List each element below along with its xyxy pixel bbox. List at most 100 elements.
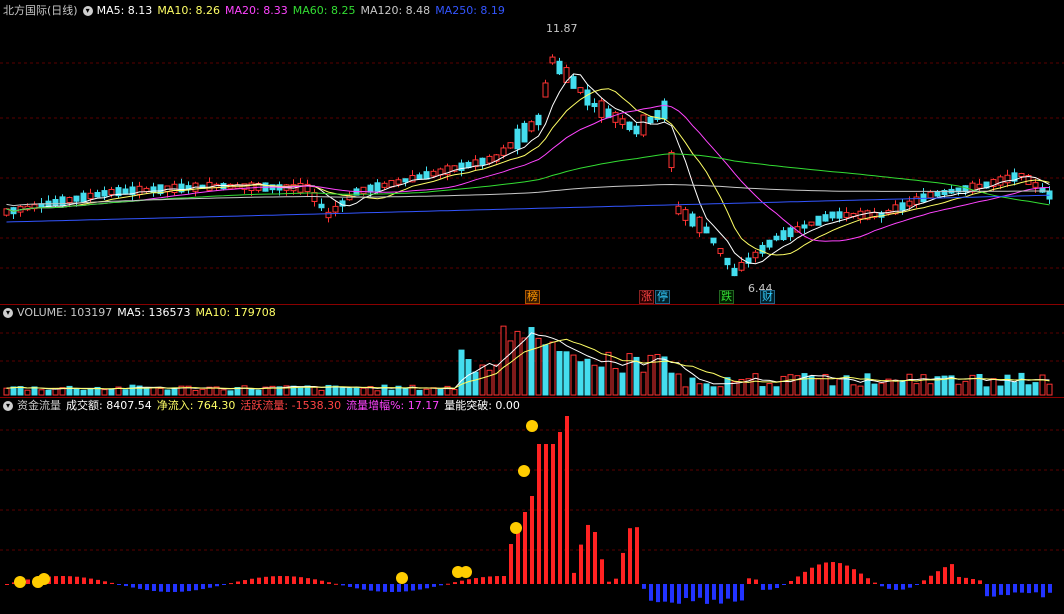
flow-bar [950,564,954,584]
volume-bar [500,325,507,396]
smiley-icon [518,465,530,477]
volume-bar [696,383,703,396]
flow-turnover: 成交额: 8407.54 [66,399,152,412]
volume-bar [654,353,661,396]
volume-bar [458,349,465,396]
flow-bar [537,444,541,584]
fund-flow-chart[interactable] [0,398,1064,614]
candle-body [899,202,906,211]
flow-bar [215,584,219,587]
flow-bar [1027,584,1031,594]
volume-bar [892,379,899,396]
flow-bar [628,528,632,584]
flow-bar [824,562,828,584]
volume-bar [381,384,388,396]
volume-panel[interactable]: ▾ VOLUME: 103197 MA5: 136573 MA10: 17970… [0,305,1064,397]
flow-settings-icon[interactable]: ▾ [3,401,13,411]
flow-bar [187,584,191,592]
volume-bar [605,351,612,396]
candle-body [731,267,738,277]
volume-header: ▾ VOLUME: 103197 MA5: 136573 MA10: 17970… [3,306,281,320]
candle-body [696,216,703,234]
candle-body [780,230,787,241]
flow-bar [565,416,569,584]
flow-bar [551,444,555,584]
volume-bar [668,372,675,396]
flow-increase: 流量增幅%: 17.17 [346,399,440,412]
marker-ting[interactable]: 停 [655,290,670,304]
volume-bar [633,356,640,396]
volume-bar [724,377,731,396]
flow-bar [915,584,919,585]
volume-bar [563,351,570,396]
volume-bar [703,383,710,396]
flow-net-inflow: 净流入: 764.30 [156,399,236,412]
marker-cai[interactable]: 财 [760,290,775,304]
flow-bar [418,584,422,590]
volume-settings-icon[interactable]: ▾ [3,308,13,318]
flow-bar [1020,584,1024,593]
volume-bar [199,388,206,396]
flow-bar [691,584,695,602]
flow-header: ▾ 资金流量 成交额: 8407.54 净流入: 764.30 活跃流量: -1… [3,399,525,413]
candle-body [997,176,1004,186]
volume-bar [808,376,815,396]
candle-body [843,212,850,218]
volume-bar [675,373,682,396]
flow-bar [649,584,653,601]
flow-bar [726,584,730,599]
candle-body [325,211,332,219]
volume-bar [619,372,626,396]
flow-bar [586,524,590,584]
candle-body [787,227,794,238]
volume-bar [640,371,647,396]
volume-bar [990,378,997,396]
flow-bar [789,581,793,584]
volume-bar [374,390,381,396]
flow-bar [432,584,436,587]
volume-bar [430,387,437,396]
marker-zhang[interactable]: 涨 [639,290,654,304]
volume-bar [836,378,843,396]
flow-bar [5,584,9,585]
fund-flow-panel[interactable]: ▾ 资金流量 成交额: 8407.54 净流入: 764.30 活跃流量: -1… [0,398,1064,614]
volume-bar [661,356,668,396]
volume-bar [318,389,325,396]
flow-bar [516,528,520,584]
volume-bar [73,388,80,396]
flow-bar [173,584,177,592]
flow-bar [222,584,226,585]
candle-body [927,191,934,199]
candle-body [626,121,633,131]
candle-body [675,205,682,215]
flow-bar [166,584,170,592]
volume-bar [766,383,773,396]
price-panel[interactable]: 北方国际(日线) ▾ MA5: 8.13 MA10: 8.26 MA20: 8.… [0,0,1064,304]
flow-bar [292,576,296,584]
volume-bar [157,387,164,396]
candle-body [52,199,59,207]
marker-bang[interactable]: 榜 [525,290,540,304]
candle-body [647,116,654,124]
flow-bar [887,584,891,589]
volume-bar [45,389,52,396]
candle-body [395,179,402,185]
flow-bar [572,572,576,584]
price-chart[interactable] [0,0,1064,304]
candle-body [668,151,675,169]
stock-title: 北方国际(日线) [3,4,78,17]
volume-bar [297,387,304,396]
flow-bar [852,569,856,584]
flow-bar [460,580,464,584]
marker-die[interactable]: 跌 [719,290,734,304]
volume-bar [976,373,983,396]
volume-bar [759,386,766,396]
settings-icon[interactable]: ▾ [82,6,93,16]
volume-bar [682,386,689,396]
ma10-line [6,88,1050,256]
flow-bar [75,576,79,584]
ma5-label: MA5: 8.13 [96,4,153,17]
volume-bar [920,374,927,396]
volume-bar [591,364,598,396]
flow-bar [271,576,275,584]
